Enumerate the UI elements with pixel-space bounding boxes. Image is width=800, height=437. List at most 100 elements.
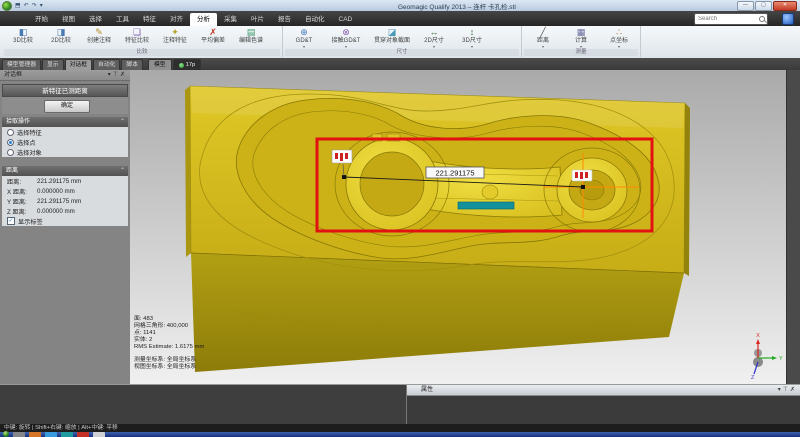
create-annotation-icon: ✎ [95,27,103,38]
edit-spectrum-button[interactable]: ▤编辑色谱 [232,27,270,49]
triad-x-label: X [756,333,760,339]
save-icon[interactable]: ⬒ [15,2,21,10]
radio-label: 选择点 [17,138,36,147]
button-label: 3D比较 [13,38,33,45]
cross-section-button[interactable]: ◪贯穿对象截面 [369,27,415,49]
radio-icon[interactable] [7,139,14,146]
section-header[interactable]: 拾取操作⌃ [2,117,128,127]
viewport-tab-label: 17p [186,60,196,71]
viewport-tab-result[interactable]: 17p [173,59,202,70]
orientation-triad[interactable]: X Y Z [751,333,783,381]
viewport-tab-model[interactable]: 模型 [148,59,172,70]
radio-icon[interactable] [7,129,14,136]
measurement-label: 221.291175 [435,169,474,178]
tab-model-manager[interactable]: 模型管理器 [2,59,41,70]
point-coordinate-button[interactable]: ∴点坐标 [600,27,638,49]
radio-select-feature[interactable]: 选择特征 [2,127,128,137]
block-right-facet [684,103,690,276]
taskbar-app-icon[interactable] [93,432,105,437]
taskbar-app-icon[interactable] [45,432,57,437]
taskbar-app-icon[interactable] [61,432,73,437]
show-label-row[interactable]: ✓显示标签 [2,216,128,226]
section-header[interactable]: 距离⌃ [2,166,128,176]
annotate-feature-button[interactable]: ✦注释特征 [156,27,194,49]
minimize-button[interactable]: — [737,1,754,11]
average-deviation-button[interactable]: ✗平均偏差 [194,27,232,49]
properties-panel-header[interactable]: 属性 ▾⊤✗ [407,385,800,396]
tab-automation-panel[interactable]: 自动化 [93,59,120,70]
tab-script[interactable]: 脚本 [121,59,143,70]
pin-icon[interactable]: ⊤ [783,387,790,393]
tab-select[interactable]: 选择 [82,13,109,26]
radio-select-point[interactable]: 选择点 [2,137,128,147]
group-caption-compare: 比较 [4,49,280,56]
dimension-3d-button[interactable]: ↕3D尺寸 [453,27,491,49]
panel-header-icons: ▾⊤✗ [108,70,127,81]
checkbox-icon[interactable]: ✓ [7,217,15,225]
compare-3d-button[interactable]: ◧3D比较 [4,27,42,49]
collapse-icon[interactable]: ⌃ [120,117,125,127]
distance-button[interactable]: ╱距离 [524,27,562,49]
start-button-icon[interactable] [3,431,9,437]
stat-rms: RMS Estimate: 1.6175 mm [134,344,204,351]
redo-icon[interactable]: ↷ [32,2,37,10]
flag-mark [575,172,578,178]
probe-gdt-button[interactable]: ⊗接触GD&T [323,27,369,49]
tab-dialog[interactable]: 对话框 [65,59,92,70]
button-label: 2D尺寸 [424,38,444,45]
taskbar-app-icon[interactable] [13,432,25,437]
tab-start[interactable]: 开始 [28,13,55,26]
right-panel-strip[interactable] [786,70,800,384]
tab-blade[interactable]: 叶片 [244,13,271,26]
geomagic-logo-icon[interactable] [2,1,12,11]
button-label: 特征比较 [125,38,149,45]
viewport-3d[interactable]: 221.291175 X Y Z 面: 483 网格三角形: 400,000 点… [130,70,786,384]
feature-compare-button[interactable]: ❏特征比较 [118,27,156,49]
tab-align[interactable]: 对齐 [163,13,190,26]
triad-z-label: Z [751,375,755,381]
calculate-button[interactable]: ▦计算 [562,27,600,49]
bottom-left-panel [0,385,407,425]
tab-report[interactable]: 报告 [271,13,298,26]
close-button[interactable]: ✕ [773,1,797,11]
taskbar-app-icon[interactable] [77,432,89,437]
maximize-button[interactable]: ▢ [755,1,772,11]
field-value: 221.291175 mm [37,198,81,205]
dimension-2d-button[interactable]: ↔2D尺寸 [415,27,453,49]
radio-select-object[interactable]: 选择对象 [2,147,128,157]
radio-icon[interactable] [7,149,14,156]
flag-mark [580,172,583,179]
compare-2d-icon: ◨ [57,27,66,38]
undo-icon[interactable]: ↶ [24,2,29,10]
tab-features[interactable]: 特征 [136,13,163,26]
tab-display[interactable]: 显示 [42,59,64,70]
pin-icon[interactable]: ⊤ [113,72,120,78]
tab-automation[interactable]: 自动化 [298,13,332,26]
stat-entities: 实体: 2 [134,337,204,344]
tab-capture[interactable]: 采集 [217,13,244,26]
search-input[interactable] [695,14,758,24]
triad-y-label: Y [779,356,783,362]
y-distance-row: Y 距离:221.291175 mm [2,196,128,206]
search-box[interactable] [694,13,768,25]
tab-cad[interactable]: CAD [332,13,360,26]
collapse-icon[interactable]: ⌃ [120,166,125,176]
create-annotation-button[interactable]: ✎创建注释 [80,27,118,49]
compare-2d-button[interactable]: ◨2D比较 [42,27,80,49]
close-panel-icon[interactable]: ✗ [120,72,127,78]
tab-analysis[interactable]: 分析 [190,13,217,26]
button-label: 贯穿对象截面 [374,38,410,45]
ribbon-tabs: 开始 视图 选择 工具 特征 对齐 分析 采集 叶片 报告 自动化 CAD [28,13,359,26]
close-panel-icon[interactable]: ✗ [790,387,797,393]
qat-dropdown-icon[interactable]: ▾ [40,2,43,10]
gdt-button[interactable]: ⊕GD&T [285,27,323,49]
tab-tools[interactable]: 工具 [109,13,136,26]
help-icon[interactable] [782,13,794,25]
tab-view[interactable]: 视图 [55,13,82,26]
taskbar-app-icon[interactable] [29,432,41,437]
ribbon-group-measure: ╱距离 ▦计算 ∴点坐标 测量 [522,26,641,57]
pick-operation-section: 拾取操作⌃ 选择特征 选择点 选择对象 [2,117,128,157]
ok-button[interactable]: 确定 [44,100,90,113]
search-icon[interactable] [759,16,765,22]
edit-spectrum-icon: ▤ [247,27,256,38]
